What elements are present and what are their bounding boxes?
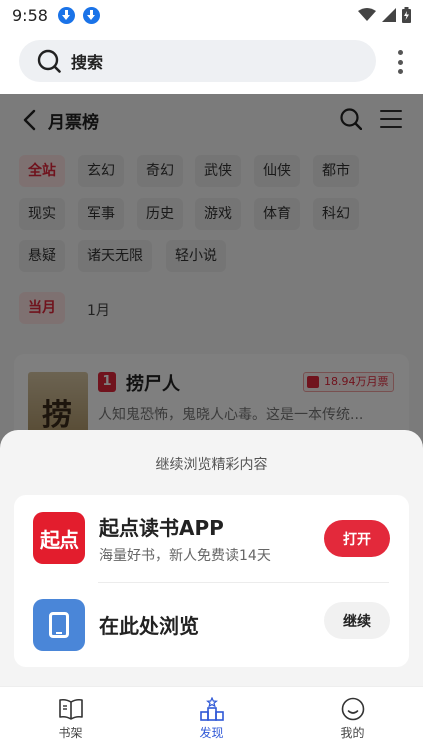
more-options-icon[interactable] <box>397 50 403 74</box>
sheet-title: 继续浏览精彩内容 <box>155 457 268 473</box>
smile-icon <box>341 697 364 721</box>
search-icon <box>37 49 61 73</box>
qidian-app-option[interactable]: 起点 起点读书APP 海量好书，新人免费读14天 打开 <box>14 495 409 581</box>
browse-here-option[interactable]: 在此处浏览 继续 <box>14 582 409 668</box>
status-time: 9:58 <box>12 5 48 25</box>
app-subtitle: 海量好书，新人免费读14天 <box>99 548 271 564</box>
sheet-options-card: 起点 起点读书APP 海量好书，新人免费读14天 打开 在此处浏览 继续 <box>14 495 409 667</box>
nav-discover[interactable]: 发现 <box>141 687 282 752</box>
qidian-app-icon: 起点 <box>33 512 85 564</box>
nav-label: 我的 <box>340 726 365 740</box>
nav-label: 发现 <box>199 726 224 740</box>
search-placeholder: 搜索 <box>71 53 104 72</box>
app-name: 起点读书APP <box>99 516 224 540</box>
battery-icon <box>402 7 411 23</box>
status-indicators <box>358 7 411 23</box>
browser-search-bar[interactable]: 搜索 <box>19 40 376 82</box>
download-notification-icon <box>82 6 100 24</box>
browser-toolbar: 搜索 <box>0 30 423 94</box>
nav-profile[interactable]: 我的 <box>282 687 423 752</box>
discover-icon <box>199 697 224 721</box>
nav-bookshelf[interactable]: 书架 <box>0 687 141 752</box>
browse-here-label: 在此处浏览 <box>99 614 199 638</box>
tablet-icon <box>33 599 85 651</box>
continue-button[interactable]: 继续 <box>324 602 390 639</box>
wifi-icon <box>358 8 376 21</box>
nav-label: 书架 <box>58 726 83 740</box>
open-in-app-sheet: 继续浏览精彩内容 起点 起点读书APP 海量好书，新人免费读14天 打开 在此处… <box>0 430 423 686</box>
bottom-navigation: 书架 发现 我的 <box>0 686 423 752</box>
status-bar: 9:58 <box>0 0 423 30</box>
book-icon <box>58 698 83 720</box>
cell-signal-icon <box>382 8 396 22</box>
download-notification-icon <box>57 6 75 24</box>
open-app-button[interactable]: 打开 <box>324 520 390 557</box>
